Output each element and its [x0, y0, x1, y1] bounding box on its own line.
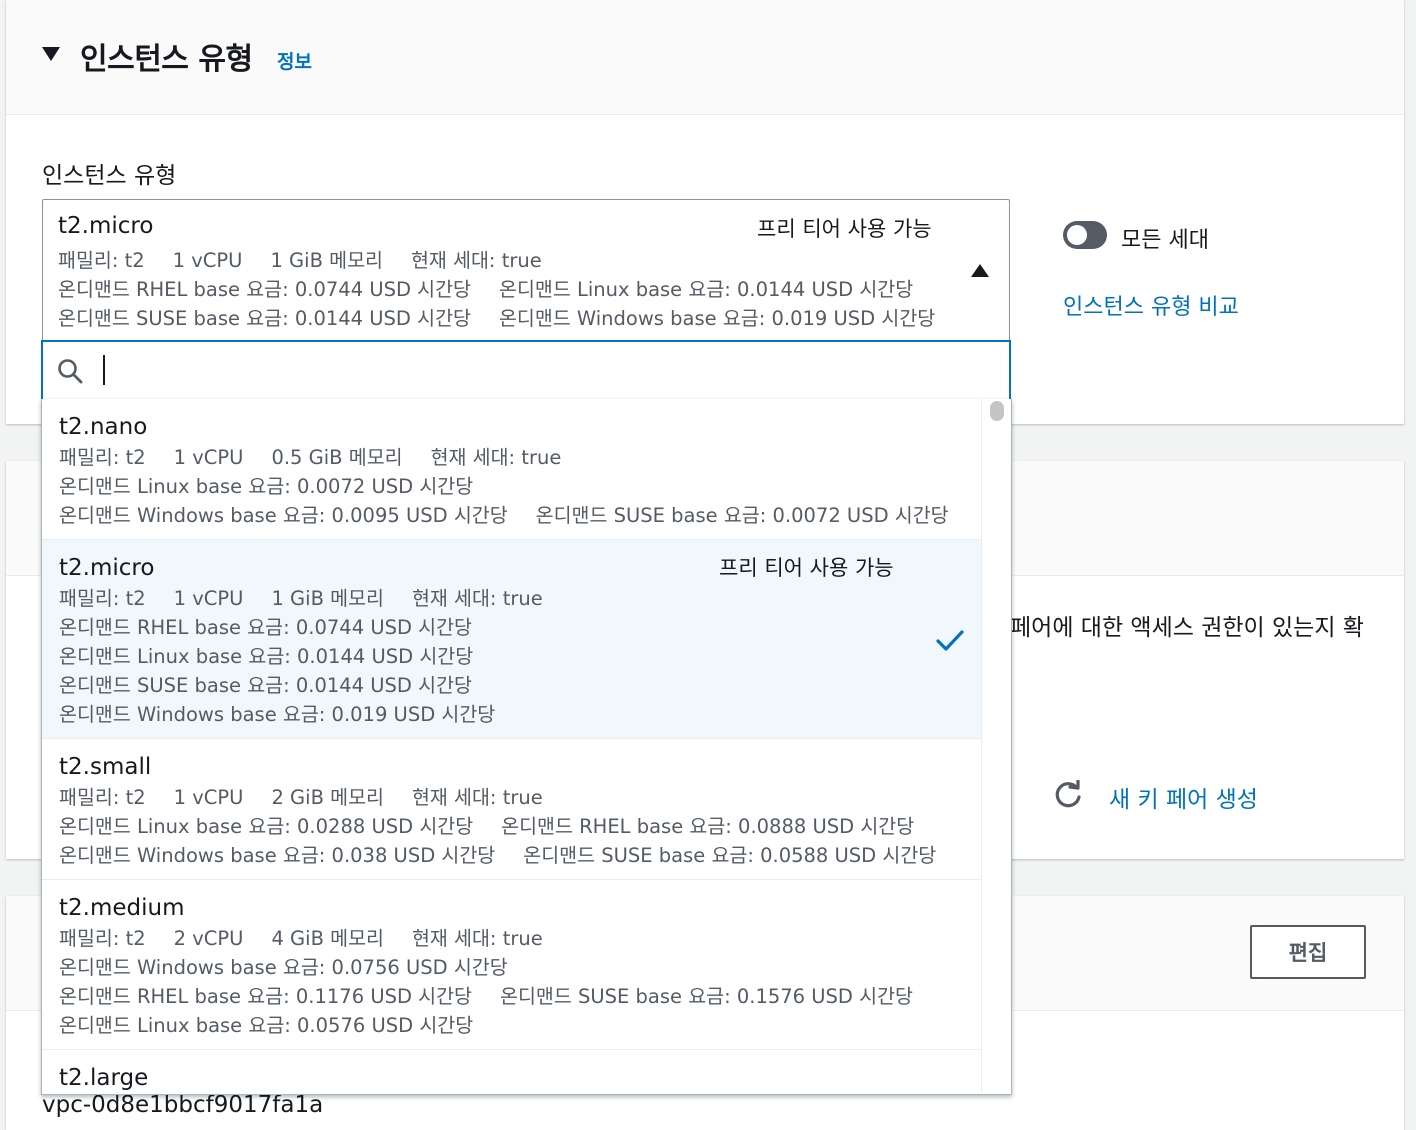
option-t2-small[interactable]: t2.small 패밀리: t2 1 vCPU 2 GiB 메모리 현재 세대: tru… — [42, 739, 981, 880]
option-meta-row: 온디맨드 Linux base 요금: 0.0072 USD 시간당 — [59, 475, 474, 498]
option-name: t2.nano — [59, 414, 148, 440]
option-name: t2.medium — [59, 895, 185, 921]
all-generations-toggle[interactable] — [1063, 221, 1107, 249]
section-title: 인스턴스 유형 — [80, 42, 253, 77]
edit-button[interactable]: 편집 — [1250, 925, 1366, 979]
scrollbar[interactable] — [981, 399, 1011, 1094]
all-generations-label: 모든 세대 — [1121, 228, 1209, 253]
option-meta-row: 온디맨드 Windows base 요금: 0.019 USD 시간당 — [59, 703, 496, 726]
compare-instance-types-link[interactable]: 인스턴스 유형 비교 — [1063, 289, 1239, 321]
instance-type-dropdown: t2.nano 패밀리: t2 1 vCPU 0.5 GiB 메모리 현재 세대: tr… — [41, 399, 1012, 1095]
option-t2-large[interactable]: t2.large — [42, 1050, 981, 1094]
toggle-knob — [1067, 225, 1087, 245]
search-icon — [58, 359, 83, 384]
scrollbar-thumb[interactable] — [990, 401, 1004, 421]
free-tier-label: 프리 티어 사용 가능 — [757, 217, 932, 241]
vpc-id: vpc-0d8e1bbcf9017fa1a — [42, 1092, 324, 1118]
selected-instance-name: t2.micro — [58, 213, 154, 239]
option-meta-row: 온디맨드 Linux base 요금: 0.0288 USD 시간당 온디맨드 R… — [59, 815, 915, 838]
selected-meta-row: 패밀리: t2 1 vCPU 1 GiB 메모리 현재 세대: true — [58, 249, 542, 272]
option-meta-row: 온디맨드 RHEL base 요금: 0.0744 USD 시간당 — [59, 616, 472, 639]
option-t2-nano[interactable]: t2.nano 패밀리: t2 1 vCPU 0.5 GiB 메모리 현재 세대: tr… — [42, 399, 981, 540]
option-t2-medium[interactable]: t2.medium 패밀리: t2 2 vCPU 4 GiB 메모리 현재 세대: tr… — [42, 880, 981, 1050]
option-meta-row: 온디맨드 RHEL base 요금: 0.1176 USD 시간당 온디맨드 SU… — [59, 985, 913, 1008]
option-meta-row: 패밀리: t2 1 vCPU 0.5 GiB 메모리 현재 세대: true — [59, 446, 562, 469]
option-meta-row: 온디맨드 SUSE base 요금: 0.0144 USD 시간당 — [59, 674, 472, 697]
checkmark-icon — [936, 630, 964, 651]
create-key-pair-link[interactable]: 새 키 페어 생성 — [1109, 780, 1258, 814]
option-name: t2.small — [59, 754, 152, 780]
instance-type-select[interactable]: t2.micro 프리 티어 사용 가능 패밀리: t2 1 vCPU 1 GiB … — [42, 199, 1010, 340]
option-meta-row: 온디맨드 Linux base 요금: 0.0576 USD 시간당 — [59, 1014, 474, 1037]
field-label: 인스턴스 유형 — [42, 163, 177, 189]
option-t2-micro[interactable]: t2.micro 프리 티어 사용 가능 패밀리: t2 1 vCPU 1 GiB 메모… — [42, 540, 981, 739]
option-meta-row: 온디맨드 Windows base 요금: 0.0756 USD 시간당 — [59, 956, 508, 979]
key-pair-description: 페어에 대한 액세스 권한이 있는지 확 — [1010, 615, 1364, 641]
search-input[interactable] — [41, 340, 1011, 401]
option-meta-row: 온디맨드 Windows base 요금: 0.0095 USD 시간당 온디맨드… — [59, 504, 949, 527]
option-meta-row: 패밀리: t2 1 vCPU 1 GiB 메모리 현재 세대: true — [59, 587, 543, 610]
option-list: t2.nano 패밀리: t2 1 vCPU 0.5 GiB 메모리 현재 세대: tr… — [42, 399, 981, 1094]
refresh-icon[interactable] — [1053, 780, 1083, 810]
option-meta-row: 온디맨드 Windows base 요금: 0.038 USD 시간당 온디맨드 … — [59, 844, 937, 867]
selected-meta-row: 온디맨드 RHEL base 요금: 0.0744 USD 시간당 온디맨드 Li… — [58, 278, 914, 301]
option-meta-row: 패밀리: t2 2 vCPU 4 GiB 메모리 현재 세대: true — [59, 927, 543, 950]
option-name: t2.large — [59, 1065, 149, 1091]
caret-up-icon[interactable] — [971, 264, 989, 277]
text-cursor — [103, 355, 105, 385]
selected-meta-row: 온디맨드 SUSE base 요금: 0.0144 USD 시간당 온디맨드 Wi… — [58, 307, 936, 330]
collapse-caret-icon[interactable] — [42, 47, 60, 61]
option-meta-row: 패밀리: t2 1 vCPU 2 GiB 메모리 현재 세대: true — [59, 786, 543, 809]
info-link[interactable]: 정보 — [277, 47, 312, 74]
free-tier-label: 프리 티어 사용 가능 — [719, 556, 894, 580]
option-meta-row: 온디맨드 Linux base 요금: 0.0144 USD 시간당 — [59, 645, 474, 668]
